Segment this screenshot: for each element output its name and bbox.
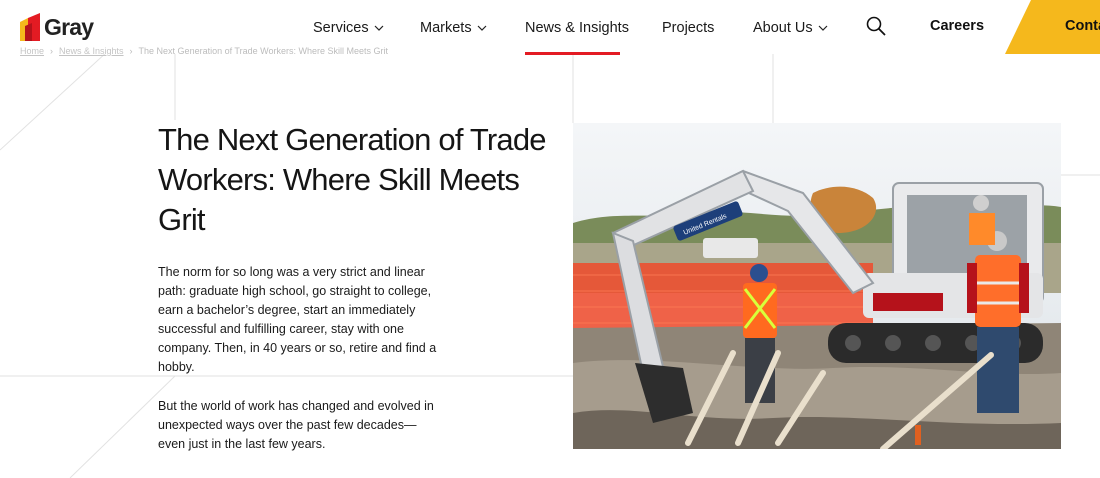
nav-projects[interactable]: Projects <box>662 18 714 38</box>
nav-news-insights-label: News & Insights <box>525 20 629 36</box>
breadcrumb-news-insights[interactable]: News & Insights <box>59 46 124 56</box>
nav-markets-label: Markets <box>420 20 472 36</box>
nav-active-indicator <box>525 52 620 55</box>
nav-services[interactable]: Services <box>313 18 384 38</box>
nav-news-insights[interactable]: News & Insights <box>525 18 629 38</box>
nav-about-us[interactable]: About Us <box>753 18 828 38</box>
gray-logo-mark-icon <box>20 13 40 41</box>
article-hero-image: United Rentals <box>573 123 1061 449</box>
article-paragraph-2: But the world of work has changed and ev… <box>158 399 434 451</box>
gray-logo[interactable]: Gray <box>20 12 94 42</box>
breadcrumb: Home › News & Insights › The Next Genera… <box>20 46 388 56</box>
nav-services-label: Services <box>313 20 369 36</box>
nav-projects-label: Projects <box>662 20 715 36</box>
nav-about-us-label: About Us <box>753 20 813 36</box>
logo-text: Gray <box>44 13 94 40</box>
chevron-down-icon <box>818 25 828 31</box>
breadcrumb-home[interactable]: Home <box>20 46 44 56</box>
construction-site-illustration: United Rentals <box>573 123 1061 449</box>
article-paragraph-1: The norm for so long was a very strict a… <box>158 265 437 374</box>
contact-button-label: Conta <box>1065 18 1100 34</box>
breadcrumb-separator: › <box>129 46 133 56</box>
article-title: The Next Generation of Trade Workers: Wh… <box>158 122 547 237</box>
nav-markets[interactable]: Markets <box>420 18 487 38</box>
breadcrumb-current: The Next Generation of Trade Workers: Wh… <box>138 46 388 56</box>
chevron-down-icon <box>477 25 487 31</box>
contact-button[interactable]: Conta <box>1005 0 1100 54</box>
breadcrumb-separator: › <box>50 46 54 56</box>
careers-link[interactable]: Careers <box>930 18 984 34</box>
search-icon[interactable] <box>865 15 887 37</box>
chevron-down-icon <box>374 25 384 31</box>
